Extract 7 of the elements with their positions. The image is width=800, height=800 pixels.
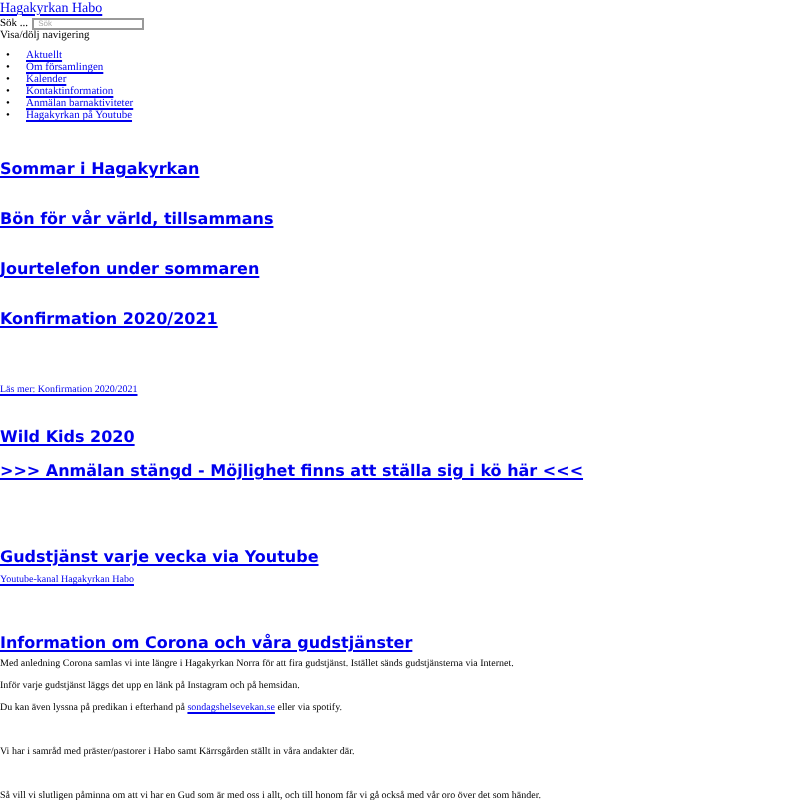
post-subtitle-link[interactable]: >>> Anmälan stängd - Möjlighet finns att ställa sig i kö här <<< xyxy=(0,460,584,482)
post-title-link[interactable]: Sommar i Hagakyrkan xyxy=(0,158,200,180)
post-title-link[interactable]: Bön för vår värld, tillsammans xyxy=(0,208,274,230)
post-title-link[interactable]: Gudstjänst varje vecka via Youtube xyxy=(0,546,319,568)
post-title-link[interactable]: Information om Corona och våra gudstjänster xyxy=(0,632,413,654)
post-title-link[interactable]: Wild Kids 2020 xyxy=(0,426,135,448)
post-title-link[interactable]: Konfirmation 2020/2021 xyxy=(0,308,218,330)
